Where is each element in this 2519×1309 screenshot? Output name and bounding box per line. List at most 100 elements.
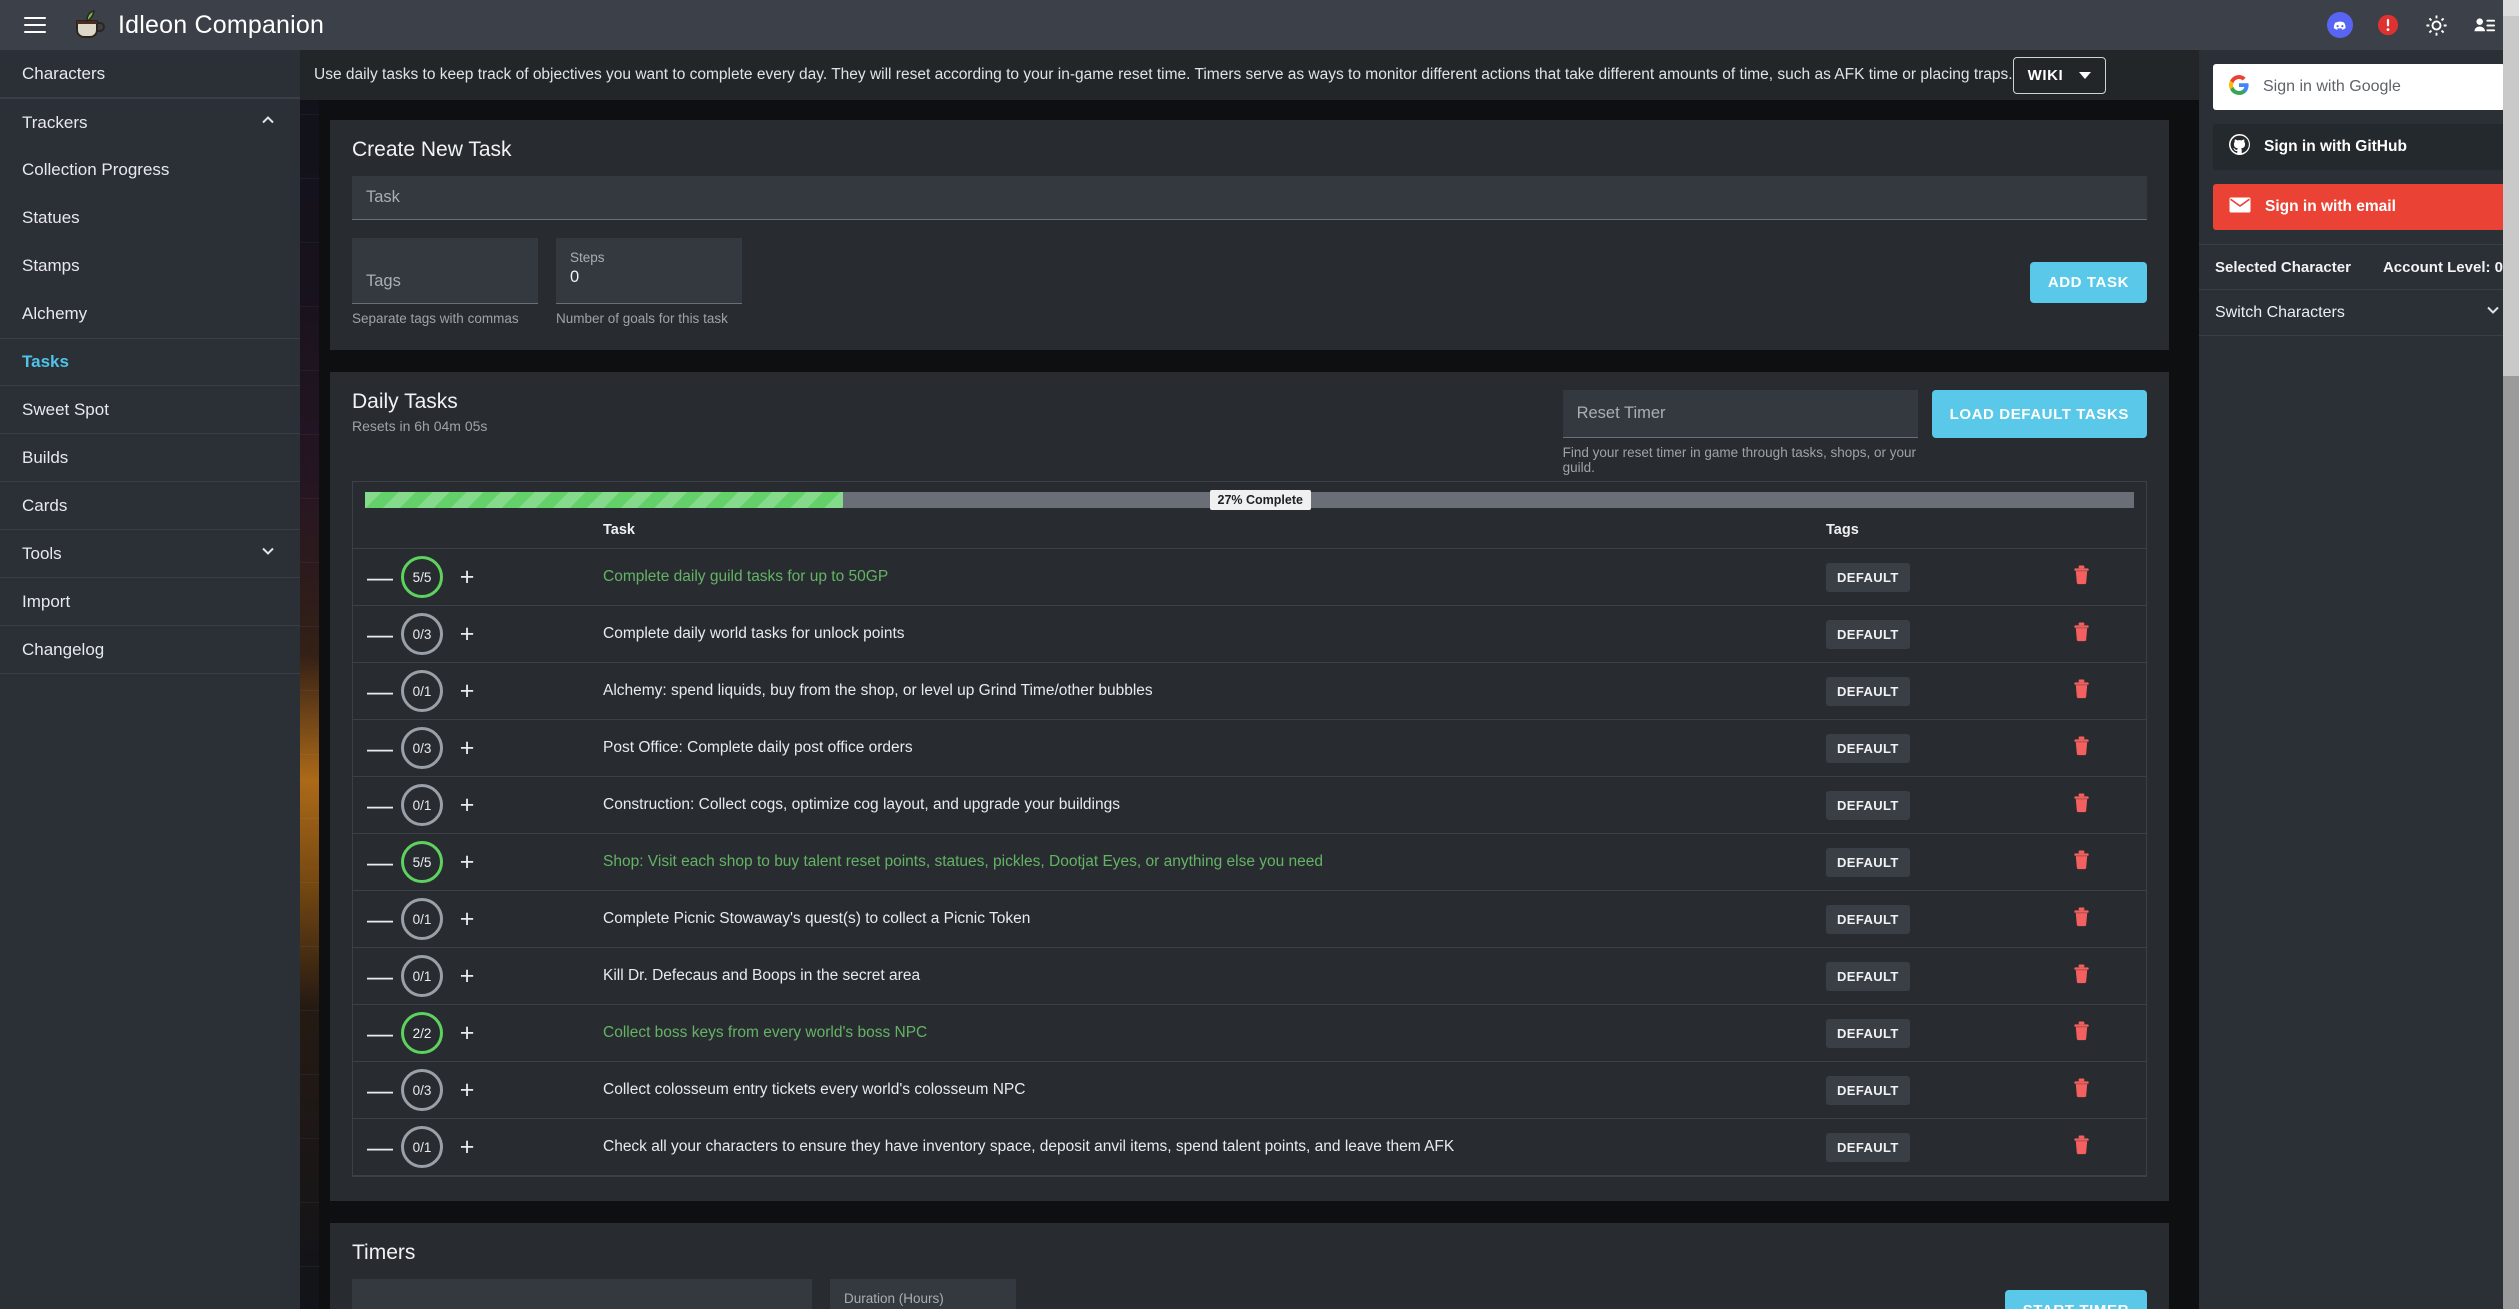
decrement-button[interactable]: — bbox=[367, 735, 393, 761]
wiki-button-label: WIKI bbox=[2027, 66, 2064, 84]
task-progress-chip[interactable]: 5/5 bbox=[401, 556, 443, 598]
trash-icon[interactable] bbox=[2072, 907, 2091, 931]
wiki-dropdown-button[interactable]: WIKI bbox=[2012, 56, 2107, 94]
sidebar-item-collection-progress[interactable]: Collection Progress bbox=[0, 146, 300, 194]
sign-in-google-button[interactable]: Sign in with Google bbox=[2213, 64, 2505, 110]
timer-duration-input[interactable]: Duration (Hours) 0 bbox=[830, 1279, 1016, 1309]
account-list-icon[interactable] bbox=[2471, 12, 2497, 38]
tags-input[interactable]: Tags bbox=[352, 238, 538, 304]
increment-button[interactable]: + bbox=[457, 792, 477, 818]
sidebar-item-stamps[interactable]: Stamps bbox=[0, 242, 300, 290]
discord-icon[interactable] bbox=[2327, 12, 2353, 38]
task-progress-chip[interactable]: 0/3 bbox=[401, 613, 443, 655]
decrement-button[interactable]: — bbox=[367, 678, 393, 704]
hamburger-menu-icon[interactable] bbox=[12, 0, 58, 50]
decrement-button[interactable]: — bbox=[367, 621, 393, 647]
task-tag-badge[interactable]: DEFAULT bbox=[1826, 562, 1910, 592]
trash-icon[interactable] bbox=[2072, 1135, 2091, 1159]
daily-tasks-title: Daily Tasks bbox=[352, 390, 458, 413]
column-header-task: Task bbox=[603, 518, 1826, 549]
timer-name-input[interactable]: Name bbox=[352, 1279, 812, 1309]
decrement-button[interactable]: — bbox=[367, 906, 393, 932]
sidebar-item-alchemy[interactable]: Alchemy bbox=[0, 290, 300, 338]
task-progress-chip[interactable]: 0/1 bbox=[401, 955, 443, 997]
sidebar-item-import[interactable]: Import bbox=[0, 578, 300, 626]
task-progress-chip[interactable]: 0/1 bbox=[401, 898, 443, 940]
sidebar-item-label: Characters bbox=[22, 63, 106, 83]
decrement-button[interactable]: — bbox=[367, 1020, 393, 1046]
trash-icon[interactable] bbox=[2072, 565, 2091, 589]
task-description: Post Office: Complete daily post office … bbox=[603, 739, 913, 756]
alert-icon[interactable] bbox=[2375, 12, 2401, 38]
sidebar-item-builds[interactable]: Builds bbox=[0, 434, 300, 482]
task-progress-chip[interactable]: 5/5 bbox=[401, 841, 443, 883]
trash-icon[interactable] bbox=[2072, 964, 2091, 988]
sidebar-group-trackers[interactable]: Trackers bbox=[0, 98, 300, 146]
sidebar-item-statues[interactable]: Statues bbox=[0, 194, 300, 242]
sidebar-item-sweet-spot[interactable]: Sweet Spot bbox=[0, 386, 300, 434]
sidebar-item-characters[interactable]: Characters bbox=[0, 50, 300, 98]
switch-characters-dropdown[interactable]: Switch Characters bbox=[2199, 290, 2519, 336]
task-tag-badge[interactable]: DEFAULT bbox=[1826, 847, 1910, 877]
brightness-icon[interactable] bbox=[2423, 12, 2449, 38]
task-tag-badge[interactable]: DEFAULT bbox=[1826, 676, 1910, 706]
start-timer-button[interactable]: START TIMER bbox=[2004, 1289, 2147, 1309]
add-task-button[interactable]: ADD TASK bbox=[2029, 261, 2147, 303]
task-tag-badge[interactable]: DEFAULT bbox=[1826, 904, 1910, 934]
increment-button[interactable]: + bbox=[457, 564, 477, 590]
trash-icon[interactable] bbox=[2072, 1078, 2091, 1102]
increment-button[interactable]: + bbox=[457, 678, 477, 704]
increment-button[interactable]: + bbox=[457, 1077, 477, 1103]
sidebar-item-tasks[interactable]: Tasks bbox=[0, 338, 300, 386]
load-default-tasks-button[interactable]: LOAD DEFAULT TASKS bbox=[1931, 390, 2147, 438]
sidebar-item-changelog[interactable]: Changelog bbox=[0, 626, 300, 674]
increment-button[interactable]: + bbox=[457, 906, 477, 932]
task-name-input[interactable]: Task bbox=[352, 176, 2147, 220]
scrollbar-up-arrow[interactable] bbox=[2503, 0, 2519, 16]
sign-in-github-button[interactable]: Sign in with GitHub bbox=[2213, 124, 2505, 170]
increment-button[interactable]: + bbox=[457, 1134, 477, 1160]
decrement-button[interactable]: — bbox=[367, 564, 393, 590]
sidebar-group-tools[interactable]: Tools bbox=[0, 530, 300, 578]
scrollbar-thumb[interactable] bbox=[2503, 16, 2519, 376]
increment-button[interactable]: + bbox=[457, 735, 477, 761]
steps-input[interactable]: Steps 0 bbox=[556, 238, 742, 304]
task-progress-chip[interactable]: 0/3 bbox=[401, 1069, 443, 1111]
trash-icon[interactable] bbox=[2072, 736, 2091, 760]
task-tags-cell: DEFAULT bbox=[1826, 1118, 2016, 1176]
sign-in-email-button[interactable]: Sign in with email bbox=[2213, 184, 2505, 230]
task-progress-chip[interactable]: 0/1 bbox=[401, 670, 443, 712]
decrement-button[interactable]: — bbox=[367, 1134, 393, 1160]
task-progress-chip[interactable]: 0/1 bbox=[401, 1126, 443, 1168]
decrement-button[interactable]: — bbox=[367, 849, 393, 875]
decrement-button[interactable]: — bbox=[367, 1077, 393, 1103]
increment-button[interactable]: + bbox=[457, 849, 477, 875]
table-row: — 5/5 + Shop: Visit each shop to buy talent… bbox=[353, 833, 2146, 891]
trash-icon[interactable] bbox=[2072, 1021, 2091, 1045]
trash-icon[interactable] bbox=[2072, 793, 2091, 817]
task-tag-badge[interactable]: DEFAULT bbox=[1826, 619, 1910, 649]
task-tag-badge[interactable]: DEFAULT bbox=[1826, 1018, 1910, 1048]
increment-button[interactable]: + bbox=[457, 621, 477, 647]
task-tag-badge[interactable]: DEFAULT bbox=[1826, 733, 1910, 763]
increment-button[interactable]: + bbox=[457, 963, 477, 989]
task-delete-cell bbox=[2016, 776, 2146, 834]
page-scrollbar[interactable] bbox=[2503, 0, 2519, 1309]
reset-timer-input[interactable]: Reset Timer bbox=[1562, 390, 1918, 438]
task-tag-badge[interactable]: DEFAULT bbox=[1826, 790, 1910, 820]
decrement-button[interactable]: — bbox=[367, 963, 393, 989]
trash-icon[interactable] bbox=[2072, 679, 2091, 703]
timers-panel: Timers Name Duration (Hours) 0 START TIM… bbox=[330, 1223, 2169, 1309]
task-tag-badge[interactable]: DEFAULT bbox=[1826, 961, 1910, 991]
trash-icon[interactable] bbox=[2072, 622, 2091, 646]
task-tag-badge[interactable]: DEFAULT bbox=[1826, 1075, 1910, 1105]
task-stepper-cell: — 0/1 + bbox=[353, 890, 603, 948]
decrement-button[interactable]: — bbox=[367, 792, 393, 818]
task-progress-chip[interactable]: 0/1 bbox=[401, 784, 443, 826]
task-progress-chip[interactable]: 0/3 bbox=[401, 727, 443, 769]
increment-button[interactable]: + bbox=[457, 1020, 477, 1046]
task-progress-chip[interactable]: 2/2 bbox=[401, 1012, 443, 1054]
task-tag-badge[interactable]: DEFAULT bbox=[1826, 1132, 1910, 1162]
sidebar-item-cards[interactable]: Cards bbox=[0, 482, 300, 530]
trash-icon[interactable] bbox=[2072, 850, 2091, 874]
